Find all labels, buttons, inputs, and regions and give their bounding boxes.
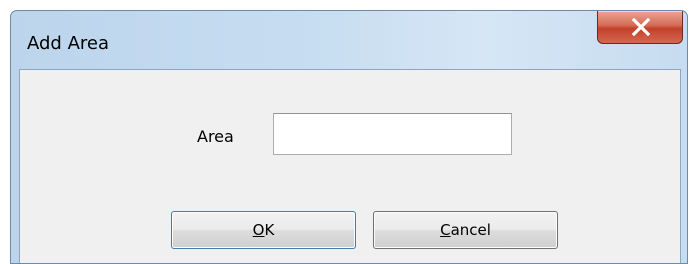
area-label: Area	[197, 127, 234, 146]
cancel-mnemonic: C	[440, 221, 451, 239]
cancel-button[interactable]: Cancel	[373, 211, 558, 249]
ok-mnemonic: O	[252, 221, 265, 239]
area-input[interactable]	[273, 113, 512, 155]
cancel-label-rest: ancel	[450, 221, 491, 239]
dialog-body: Area OK Cancel	[19, 69, 681, 263]
window-title: Add Area	[27, 33, 109, 54]
add-area-dialog: Add Area Area OK Cancel	[10, 10, 688, 264]
ok-label-rest: K	[264, 221, 275, 239]
close-icon	[631, 18, 651, 36]
title-bar[interactable]: Add Area	[11, 11, 687, 69]
ok-button[interactable]: OK	[171, 211, 356, 249]
close-button[interactable]	[597, 11, 683, 44]
